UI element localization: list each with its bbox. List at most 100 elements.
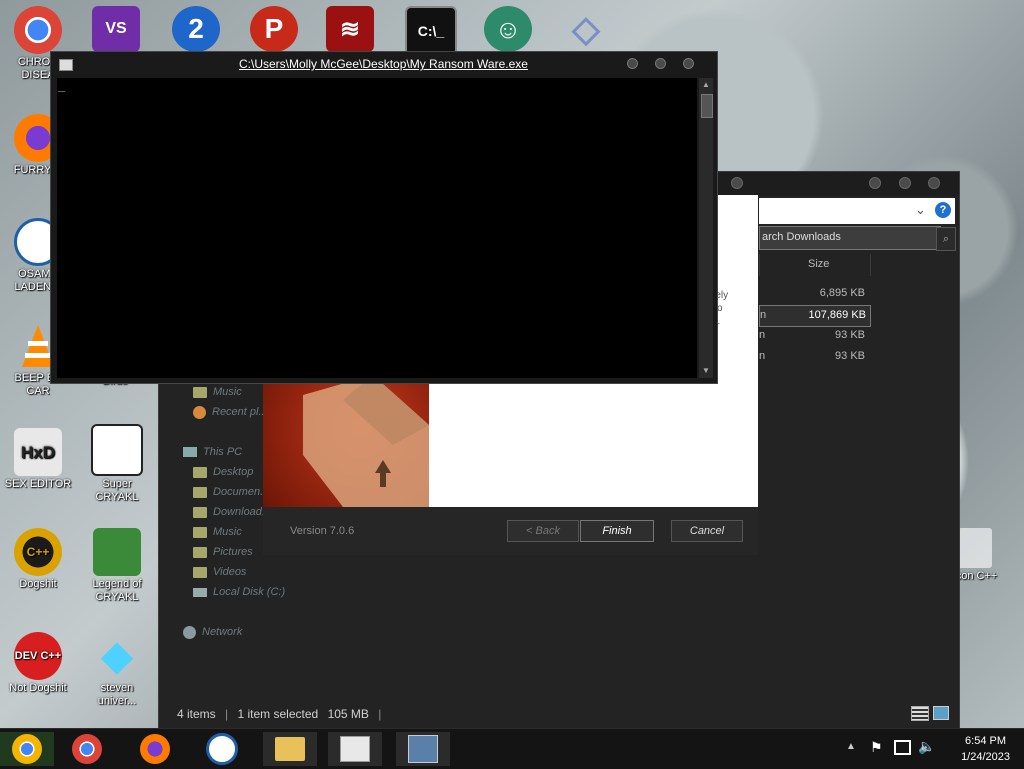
file-name-fragment: n xyxy=(759,329,766,341)
pictures-folder-icon xyxy=(193,546,207,558)
file-size: 93 KB xyxy=(835,329,865,341)
finish-button[interactable]: Finish xyxy=(580,520,654,542)
large-icons-view-icon[interactable] xyxy=(933,706,949,720)
clock-date: 1/24/2023 xyxy=(961,751,1010,763)
file-name-fragment: n xyxy=(760,309,767,321)
taskbar: ▲ ⚑ 🔈 6:54 PM 1/24/2023 xyxy=(0,728,1024,769)
desktop-icon-label: SEX EDITOR xyxy=(4,478,72,490)
chrome-icon xyxy=(14,6,62,54)
diamond-icon: ◆ xyxy=(101,633,133,678)
taskbar-firefox[interactable] xyxy=(128,732,182,766)
table-row[interactable]: 6,895 KB xyxy=(759,284,869,304)
pixel-character-icon xyxy=(93,528,141,576)
firefox-icon xyxy=(140,734,170,764)
visual-studio-icon[interactable]: VS xyxy=(92,6,140,52)
desktop-icon-label: steven univer... xyxy=(97,682,137,707)
desktop-icon-steven[interactable]: ◆ steven univer... xyxy=(82,632,152,708)
search-input[interactable]: arch Downloads xyxy=(762,231,841,243)
desktop-icon-label: Super CRYAKL xyxy=(95,478,139,503)
explorer-close-button[interactable] xyxy=(928,177,940,189)
address-bar[interactable]: ⌄ ? xyxy=(759,198,955,224)
search-box[interactable]: arch Downloads ⌕ xyxy=(759,226,956,251)
clock-time: 6:54 PM xyxy=(965,735,1007,747)
desktop-icon-legend-cryakl[interactable]: Legend of CRYAKL xyxy=(82,528,152,604)
file-name-fragment: n xyxy=(759,350,766,362)
hxd-icon: HxD xyxy=(14,428,62,476)
back-button[interactable]: < Back xyxy=(507,520,579,542)
desktop-icon-label: Not Dogshit xyxy=(9,682,67,694)
status-bar: 4 items | 1 item selected 105 MB | xyxy=(177,707,382,721)
action-center-flag-icon[interactable]: ⚑ xyxy=(870,739,883,756)
command-prompt-icon[interactable]: C:\_ xyxy=(405,6,457,56)
console-app-icon xyxy=(59,59,73,71)
desktop-icon-hxd[interactable]: HxD SEX EDITOR xyxy=(3,428,73,491)
videos-folder-icon xyxy=(193,566,207,578)
installer-titlebar-button[interactable] xyxy=(731,177,743,189)
installer-box-image xyxy=(263,375,429,507)
start-logo-icon xyxy=(12,734,42,764)
console-minimize-button[interactable] xyxy=(627,58,638,69)
console-window[interactable]: C:\Users\Molly McGee\Desktop\My Ransom W… xyxy=(50,51,718,384)
explorer-maximize-button[interactable] xyxy=(899,177,911,189)
status-selected: 1 item selected xyxy=(237,707,319,721)
nav-item-local-disk[interactable]: Local Disk (C:) xyxy=(179,582,285,602)
setup-cube-icon[interactable]: ◇ xyxy=(562,6,610,52)
table-row[interactable]: n 93 KB xyxy=(759,326,869,346)
console-maximize-button[interactable] xyxy=(655,58,666,69)
details-view-icon[interactable] xyxy=(911,706,929,721)
number-two-icon[interactable]: 2 xyxy=(172,6,220,52)
tray-chevron-up-icon[interactable]: ▲ xyxy=(846,741,856,752)
package-box-icon xyxy=(303,375,429,507)
chevron-down-icon[interactable]: ⌄ xyxy=(915,202,926,218)
recycle-bin-icon xyxy=(958,528,992,568)
devcpp-icon: DEV C++ xyxy=(14,632,62,680)
letter-p-icon[interactable]: P xyxy=(250,6,298,52)
music-folder-icon xyxy=(193,526,207,538)
column-header-size[interactable]: Size xyxy=(759,254,871,276)
clock[interactable]: 6:54 PM 1/24/2023 xyxy=(961,733,1010,765)
documents-folder-icon xyxy=(193,486,207,498)
taskbar-setup[interactable] xyxy=(396,732,450,766)
nav-item-videos[interactable]: Videos xyxy=(179,562,285,582)
setup-computer-icon xyxy=(408,735,438,763)
console-scrollbar[interactable]: ▲ ▼ xyxy=(699,78,713,378)
taskbar-obama[interactable] xyxy=(195,732,249,766)
computer-icon xyxy=(183,447,197,457)
taskbar-console[interactable] xyxy=(328,732,382,766)
status-items: 4 items xyxy=(177,707,216,721)
console-cursor: _ xyxy=(58,78,66,92)
taskbar-chrome[interactable] xyxy=(60,732,114,766)
file-size: 6,895 KB xyxy=(819,287,865,299)
console-window-icon xyxy=(340,736,370,762)
desktop-icon-devcpp[interactable]: DEV C++ Not Dogshit xyxy=(3,632,73,695)
santa-character-icon[interactable]: ☺ xyxy=(484,6,532,52)
volume-icon[interactable]: 🔈 xyxy=(918,738,935,755)
console-title: C:\Users\Molly McGee\Desktop\My Ransom W… xyxy=(239,57,528,71)
music-folder-icon xyxy=(193,386,207,398)
start-button[interactable] xyxy=(0,732,54,766)
explorer-minimize-button[interactable] xyxy=(869,177,881,189)
console-titlebar[interactable]: C:\Users\Molly McGee\Desktop\My Ransom W… xyxy=(51,52,717,76)
desktop-icon-super-cryakl[interactable]: Super CRYAKL xyxy=(82,424,152,504)
file-size: 107,869 KB xyxy=(808,309,867,321)
version-label: Version 7.0.6 xyxy=(290,525,355,537)
chrome-icon xyxy=(72,734,102,764)
search-icon[interactable]: ⌕ xyxy=(936,227,956,251)
papers-please-icon[interactable]: ≋ xyxy=(326,6,374,52)
taskbar-file-explorer[interactable] xyxy=(263,732,317,766)
scroll-up-arrow-icon[interactable]: ▲ xyxy=(699,78,713,92)
scroll-down-arrow-icon[interactable]: ▼ xyxy=(699,364,713,378)
console-output[interactable]: _ xyxy=(57,78,697,378)
network-status-icon[interactable] xyxy=(894,740,911,755)
network-icon xyxy=(183,625,196,639)
pixel-dog-icon xyxy=(91,424,143,476)
downloads-folder-icon xyxy=(193,506,207,518)
table-row-selected[interactable]: n 107,869 KB xyxy=(759,305,871,327)
console-close-button[interactable] xyxy=(683,58,694,69)
help-icon[interactable]: ? xyxy=(935,202,951,218)
table-row[interactable]: n 93 KB xyxy=(759,347,869,367)
desktop-icon-dogshit[interactable]: C++ Dogshit xyxy=(3,528,73,591)
cancel-button[interactable]: Cancel xyxy=(671,520,743,542)
scroll-thumb[interactable] xyxy=(701,94,713,118)
nav-item-network[interactable]: Network xyxy=(179,622,285,642)
